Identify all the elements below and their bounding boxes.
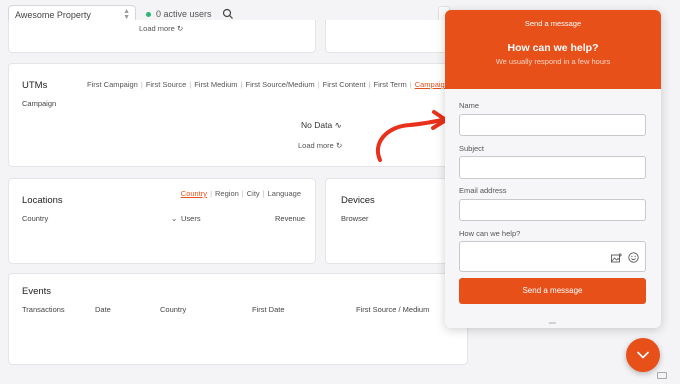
- active-users-label: 0 active users: [156, 9, 212, 19]
- first-source-medium-column-header: First Source / Medium: [356, 305, 430, 314]
- chat-header-title: Send a message: [524, 19, 582, 28]
- tab-city[interactable]: City: [247, 189, 260, 198]
- events-title: Events: [22, 286, 52, 297]
- revenue-column-header: Revenue: [275, 214, 306, 223]
- status-dot-icon: [146, 11, 151, 17]
- refresh-icon: ↻: [176, 24, 184, 33]
- chat-widget: Send a message How can we help? We usual…: [445, 10, 661, 328]
- tab-first-source-medium[interactable]: First Source/Medium: [246, 80, 315, 89]
- tab-language[interactable]: Language: [268, 189, 301, 198]
- no-data-text: No Data ∿: [301, 120, 342, 131]
- sort-chevron-icon[interactable]: ⌄: [171, 214, 177, 223]
- message-field[interactable]: [459, 241, 646, 272]
- country-column-header: Country: [160, 305, 187, 314]
- subject-label: Subject: [459, 144, 485, 153]
- name-label: Name: [459, 101, 480, 110]
- email-label: Email address: [459, 186, 507, 195]
- tab-country[interactable]: Country: [181, 189, 207, 198]
- top-right-card: [325, 20, 465, 53]
- activity-icon: ∿: [334, 120, 342, 130]
- no-data-label: No Data: [301, 120, 333, 130]
- send-message-button[interactable]: Send a message: [459, 278, 646, 304]
- chat-heading: How can we help?: [507, 42, 599, 54]
- utms-load-more-link[interactable]: Load more ↻: [298, 141, 342, 150]
- top-left-card: Load more ↻: [8, 20, 316, 53]
- name-field[interactable]: [459, 114, 646, 136]
- first-date-column-header: First Date: [252, 305, 285, 314]
- property-select-label: Awesome Property: [15, 10, 91, 20]
- tab-first-campaign[interactable]: First Campaign: [87, 80, 138, 89]
- locations-card: Locations Country | Region | City | Languag…: [8, 178, 316, 264]
- tab-first-content[interactable]: First Content: [323, 80, 366, 89]
- load-more-link[interactable]: Load more ↻: [139, 24, 183, 33]
- locations-tabs: Country | Region | City | Language: [180, 189, 301, 198]
- chat-subheading: We usually respond in a few hours: [495, 57, 611, 66]
- message-label: How can we help?: [459, 229, 521, 238]
- browser-column-header: Browser: [341, 214, 369, 223]
- tab-first-term[interactable]: First Term: [374, 80, 407, 89]
- keyboard-icon: [657, 372, 667, 379]
- active-users-indicator: 0 active users: [146, 9, 212, 19]
- chevron-down-icon: [637, 351, 649, 359]
- subject-field[interactable]: [459, 156, 646, 179]
- resize-grip-icon[interactable]: ‗‗: [549, 318, 556, 324]
- devices-title: Devices: [341, 195, 375, 206]
- tab-first-medium[interactable]: First Medium: [194, 80, 237, 89]
- annotation-arrow-icon: [376, 110, 448, 162]
- utms-load-more-label: Load more: [298, 141, 334, 150]
- devices-card: Devices Browser: [325, 178, 465, 264]
- tab-campaign[interactable]: Campaign: [415, 80, 449, 89]
- chat-toggle-button[interactable]: [626, 338, 660, 372]
- users-column-header[interactable]: Users: [181, 214, 201, 223]
- chat-header: Send a message How can we help? We usual…: [445, 10, 661, 89]
- tab-first-source[interactable]: First Source: [146, 80, 186, 89]
- locations-title: Locations: [22, 195, 63, 206]
- date-column-header: Date: [95, 305, 111, 314]
- transactions-column-header: Transactions: [22, 305, 65, 314]
- search-icon[interactable]: [222, 8, 234, 20]
- add-image-icon[interactable]: [611, 253, 622, 263]
- load-more-label: Load more: [139, 24, 175, 33]
- utms-tabs: First Campaign | First Source | First Medi…: [87, 80, 449, 89]
- tab-region[interactable]: Region: [215, 189, 239, 198]
- utms-column-header: Campaign: [22, 99, 57, 108]
- refresh-icon: ↻: [335, 141, 343, 150]
- utms-title: UTMs: [22, 80, 48, 91]
- emoji-icon[interactable]: [628, 252, 639, 263]
- email-field[interactable]: [459, 199, 646, 221]
- country-column-header: Country: [22, 214, 49, 223]
- events-card: Events Transactions Date Country First D…: [8, 273, 468, 365]
